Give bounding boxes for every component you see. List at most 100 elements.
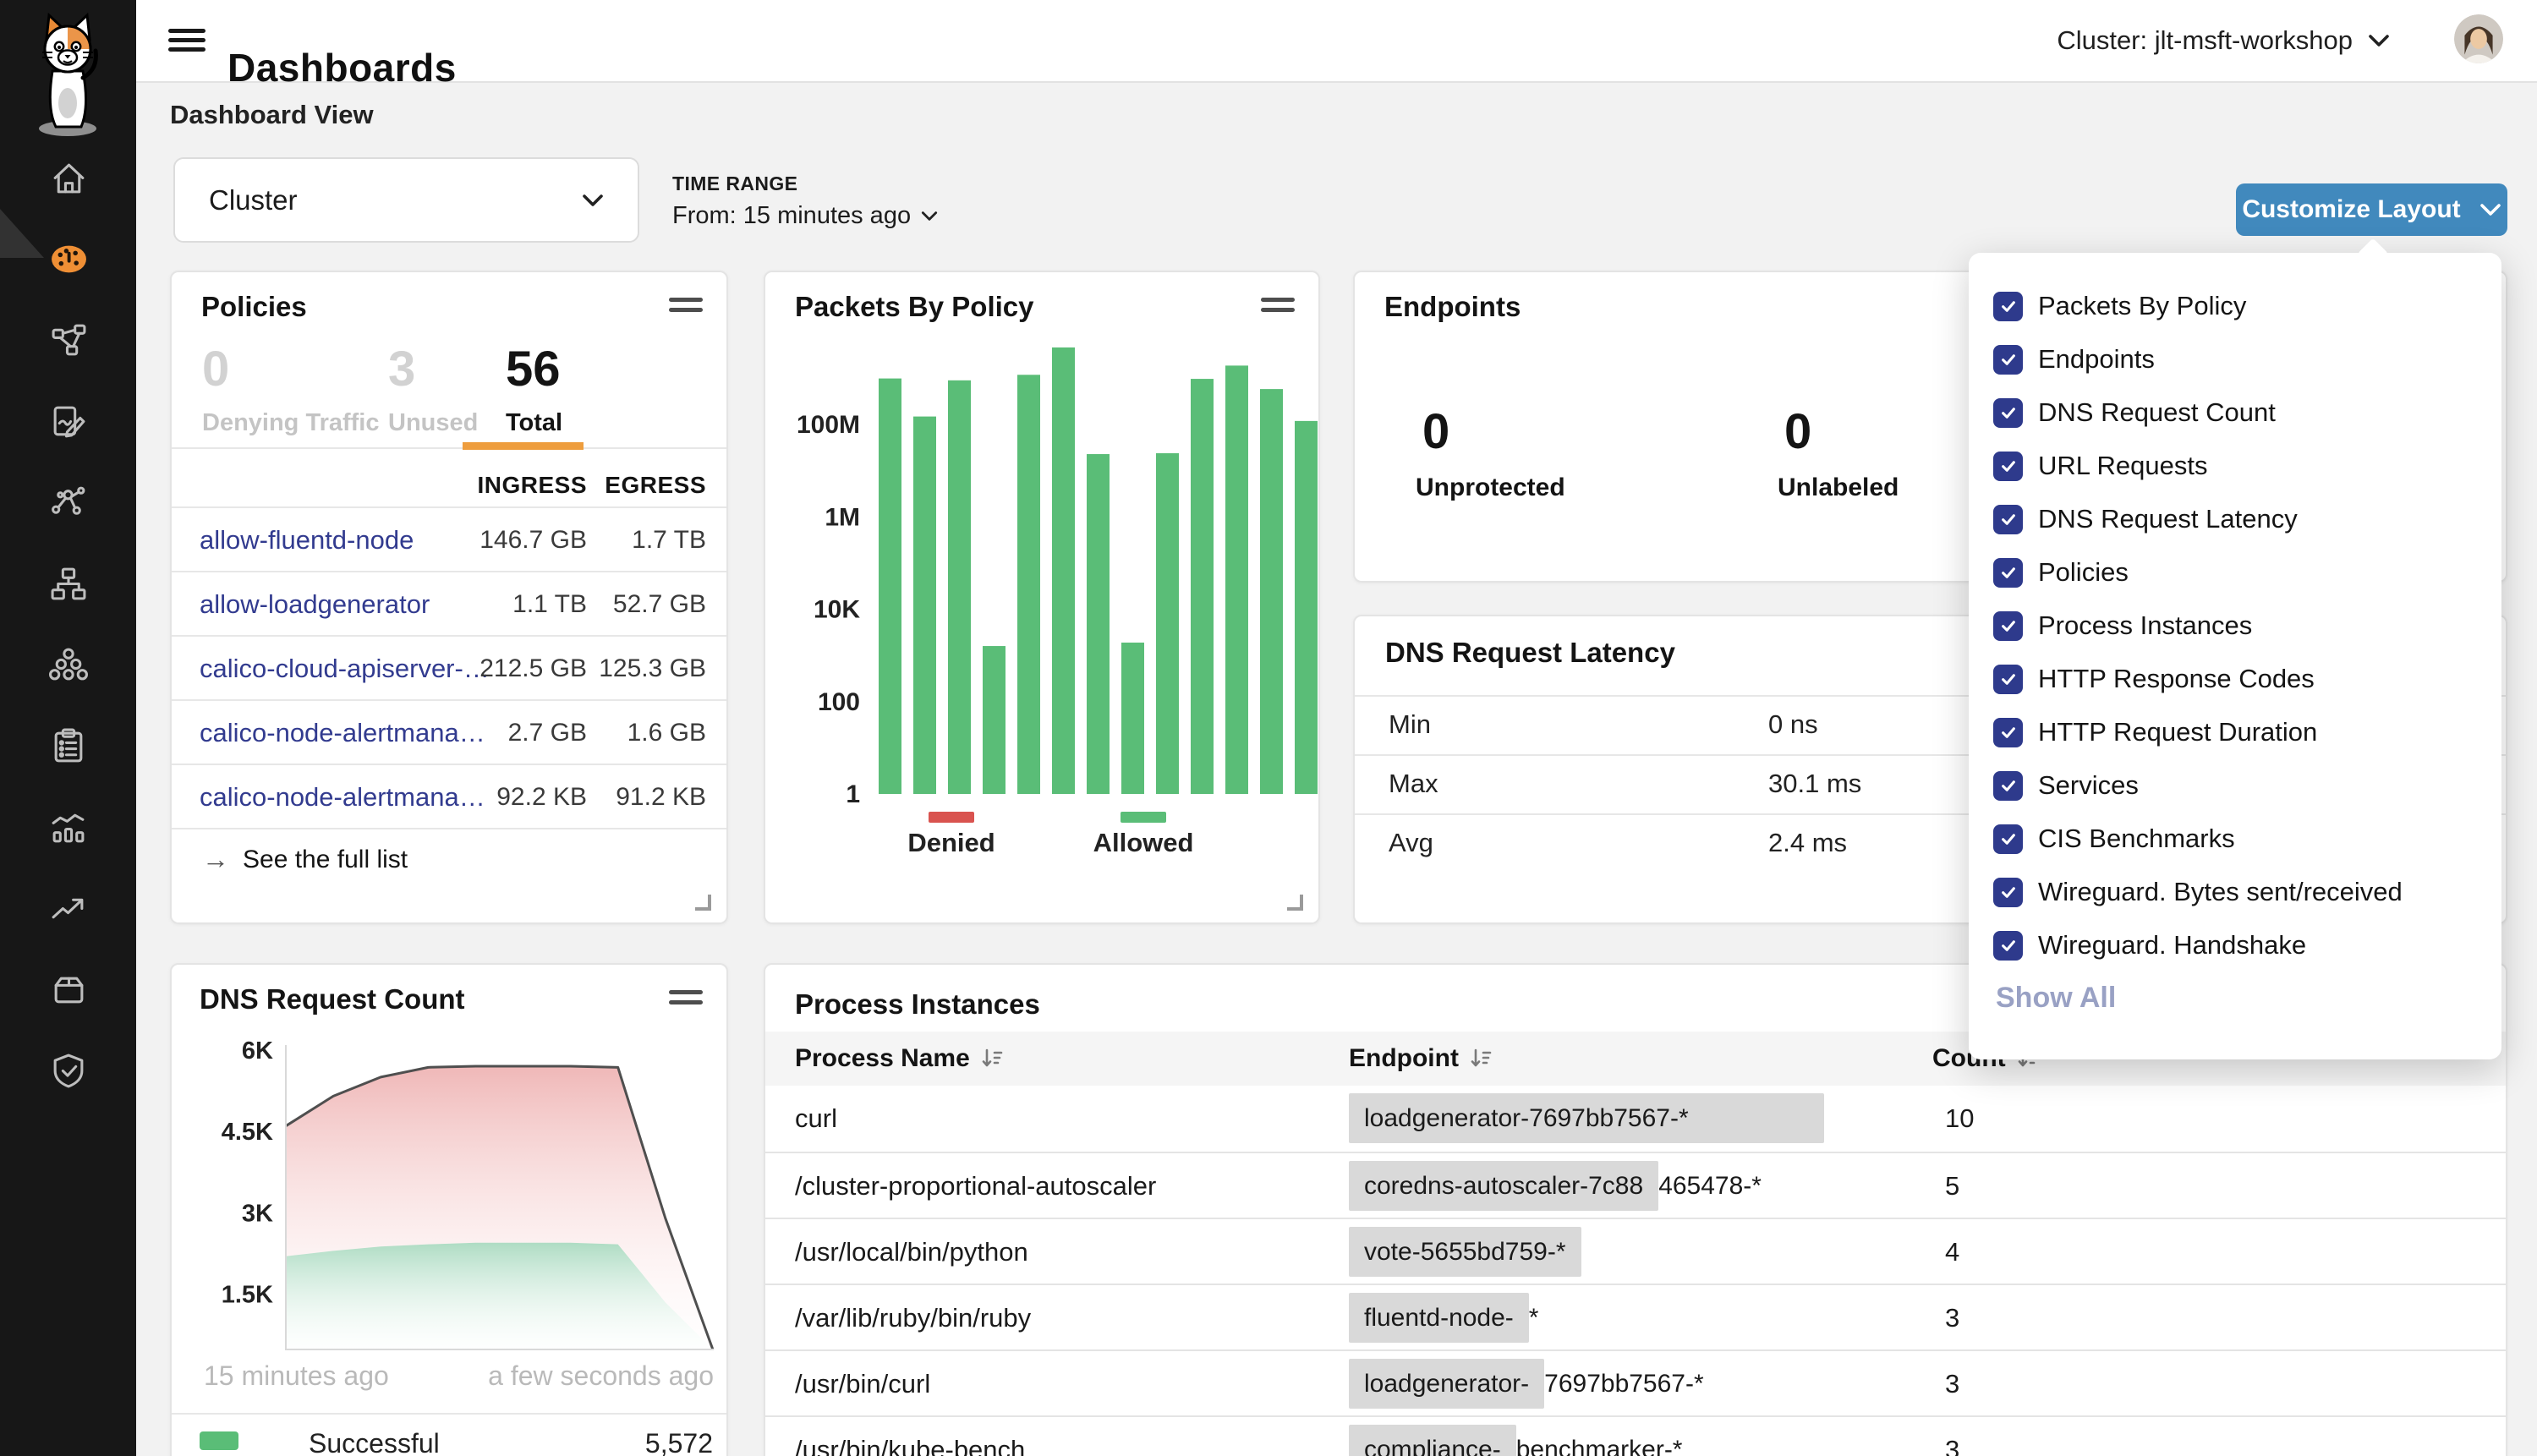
- policy-row: allow-loadgenerator1.1 TB52.7 GB: [172, 571, 726, 637]
- menu-item-label: Wireguard. Bytes sent/received: [2038, 877, 2403, 907]
- policy-link[interactable]: calico-cloud-apiserver-…: [200, 654, 490, 684]
- page-title: Dashboards: [227, 45, 457, 90]
- checkbox-checked-icon[interactable]: [1993, 292, 2023, 321]
- sidebar-item-compliance-clipboard[interactable]: [0, 715, 136, 776]
- sort-icon: [1469, 1047, 1493, 1070]
- checkbox-checked-icon[interactable]: [1993, 931, 2023, 961]
- menu-item-label: HTTP Response Codes: [2038, 664, 2315, 694]
- checkbox-checked-icon[interactable]: [1993, 452, 2023, 481]
- menu-item-dns-request-latency[interactable]: DNS Request Latency: [1969, 493, 2501, 545]
- time-range-value: From: 15 minutes ago: [672, 202, 911, 230]
- drag-handle-icon[interactable]: [1261, 298, 1295, 312]
- menu-item-cis-benchmarks[interactable]: CIS Benchmarks: [1969, 813, 2501, 865]
- policy-row: allow-fluentd-node146.7 GB1.7 TB: [172, 506, 726, 572]
- checkbox-checked-icon[interactable]: [1993, 718, 2023, 747]
- dashboard-view-value: Cluster: [209, 184, 298, 216]
- stat-unused[interactable]: 3 Unused: [388, 345, 478, 437]
- process-name: /usr/bin/curl: [795, 1369, 930, 1399]
- stat-denying-traffic[interactable]: 0 Denying Traffic: [202, 345, 380, 437]
- hamburger-menu-icon[interactable]: [168, 23, 209, 57]
- menu-item-url-requests[interactable]: URL Requests: [1969, 440, 2501, 492]
- dashboard-view-select[interactable]: Cluster: [173, 157, 639, 243]
- cluster-selector-label: Cluster: jlt-msft-workshop: [2057, 25, 2353, 56]
- checkbox-checked-icon[interactable]: [1993, 558, 2023, 588]
- menu-item-policies[interactable]: Policies: [1969, 546, 2501, 599]
- sidebar-item-home[interactable]: [0, 147, 136, 208]
- checkbox-checked-icon[interactable]: [1993, 398, 2023, 428]
- menu-item-label: Process Instances: [2038, 610, 2252, 641]
- checkbox-checked-icon[interactable]: [1993, 878, 2023, 907]
- policy-edit-icon: [49, 402, 88, 441]
- menu-item-wireguard-bytes-sent-received[interactable]: Wireguard. Bytes sent/received: [1969, 866, 2501, 918]
- checkbox-checked-icon[interactable]: [1993, 611, 2023, 641]
- checkbox-checked-icon[interactable]: [1993, 824, 2023, 854]
- policy-link[interactable]: allow-fluentd-node: [200, 525, 414, 556]
- checkbox-checked-icon[interactable]: [1993, 665, 2023, 694]
- policy-row: calico-node-alertmana…92.2 KB91.2 KB: [172, 764, 726, 829]
- cluster-selector[interactable]: Cluster: jlt-msft-workshop: [2052, 20, 2395, 61]
- dns-legend-row-successful: Successful 5,572: [172, 1421, 726, 1456]
- menu-item-services[interactable]: Services: [1969, 759, 2501, 812]
- sidebar-item-trend-arrow[interactable]: [0, 878, 136, 939]
- checkbox-checked-icon[interactable]: [1993, 505, 2023, 534]
- process-count: 3: [1945, 1303, 1959, 1333]
- see-full-list-link[interactable]: → See the full list: [202, 844, 408, 875]
- drag-handle-icon[interactable]: [669, 990, 703, 1004]
- show-all-button[interactable]: Show All: [1996, 982, 2116, 1015]
- process-count: 5: [1945, 1171, 1959, 1201]
- menu-item-http-response-codes[interactable]: HTTP Response Codes: [1969, 653, 2501, 705]
- avatar[interactable]: [2454, 14, 2503, 63]
- sidebar-item-dashboard-gauge[interactable]: [0, 228, 136, 289]
- calico-cat-logo: [19, 8, 117, 140]
- menu-item-dns-request-count[interactable]: DNS Request Count: [1969, 386, 2501, 439]
- policy-egress-value: 52.7 GB: [613, 590, 706, 619]
- compliance-clipboard-icon: [49, 727, 88, 765]
- process-count: 4: [1945, 1237, 1959, 1267]
- policy-ingress-value: 2.7 GB: [508, 719, 587, 747]
- sidebar-item-shield-check[interactable]: [0, 1040, 136, 1101]
- process-name: /var/lib/ruby/bin/ruby: [795, 1303, 1031, 1333]
- column-header-process-name[interactable]: Process Name: [795, 1044, 1004, 1073]
- svg-text:Allowed: Allowed: [1093, 828, 1194, 857]
- sidebar-item-sitemap[interactable]: [0, 553, 136, 614]
- section-label: Dashboard View: [170, 100, 374, 130]
- policy-link[interactable]: calico-node-alertmana…: [200, 718, 485, 748]
- sidebar-item-network-nodes[interactable]: [0, 472, 136, 533]
- sidebar-item-workload-cluster[interactable]: [0, 634, 136, 695]
- stat-unprotected: 0 Unprotected: [1416, 408, 1565, 502]
- menu-item-http-request-duration[interactable]: HTTP Request Duration: [1969, 706, 2501, 758]
- stat-total[interactable]: 56 Total: [506, 345, 562, 437]
- resize-handle-icon[interactable]: [1287, 895, 1303, 911]
- checkbox-checked-icon[interactable]: [1993, 345, 2023, 375]
- svg-text:1: 1: [846, 780, 860, 808]
- process-row: /cluster-proportional-autoscalercoredns-…: [765, 1152, 2506, 1219]
- menu-item-label: Policies: [2038, 557, 2129, 588]
- menu-item-packets-by-policy[interactable]: Packets By Policy: [1969, 280, 2501, 332]
- policy-egress-value: 91.2 KB: [616, 783, 706, 812]
- divider: [172, 828, 726, 829]
- policy-ingress-value: 212.5 GB: [479, 654, 587, 683]
- policy-link[interactable]: calico-node-alertmana…: [200, 782, 485, 813]
- customize-layout-button[interactable]: Customize Layout: [2236, 183, 2507, 236]
- policy-link[interactable]: allow-loadgenerator: [200, 589, 430, 620]
- menu-item-wireguard-handshake[interactable]: Wireguard. Handshake: [1969, 919, 2501, 972]
- endpoints-card-title: Endpoints: [1384, 291, 1521, 323]
- sidebar-item-policy-edit[interactable]: [0, 391, 136, 452]
- resize-handle-icon[interactable]: [695, 895, 711, 911]
- sidebar-item-package-box[interactable]: [0, 959, 136, 1020]
- menu-item-endpoints[interactable]: Endpoints: [1969, 333, 2501, 386]
- menu-item-process-instances[interactable]: Process Instances: [1969, 599, 2501, 652]
- sidebar-item-service-graph[interactable]: [0, 309, 136, 370]
- arrow-right-icon: →: [202, 844, 229, 875]
- time-range-picker[interactable]: TIME RANGE From: 15 minutes ago: [672, 172, 938, 230]
- sidebar-item-metrics-chart[interactable]: [0, 796, 136, 857]
- checkbox-checked-icon[interactable]: [1993, 771, 2023, 801]
- packets-bar-chart: 110010K1M100MDeniedAllowed: [765, 272, 1318, 922]
- top-header: Dashboards Cluster: jlt-msft-workshop: [136, 0, 2537, 83]
- process-count: 10: [1945, 1103, 1974, 1134]
- menu-item-label: Packets By Policy: [2038, 291, 2246, 321]
- drag-handle-icon[interactable]: [669, 298, 703, 312]
- policy-egress-value: 125.3 GB: [599, 654, 706, 683]
- menu-item-label: Endpoints: [2038, 344, 2155, 375]
- column-header-endpoint[interactable]: Endpoint: [1349, 1044, 1493, 1073]
